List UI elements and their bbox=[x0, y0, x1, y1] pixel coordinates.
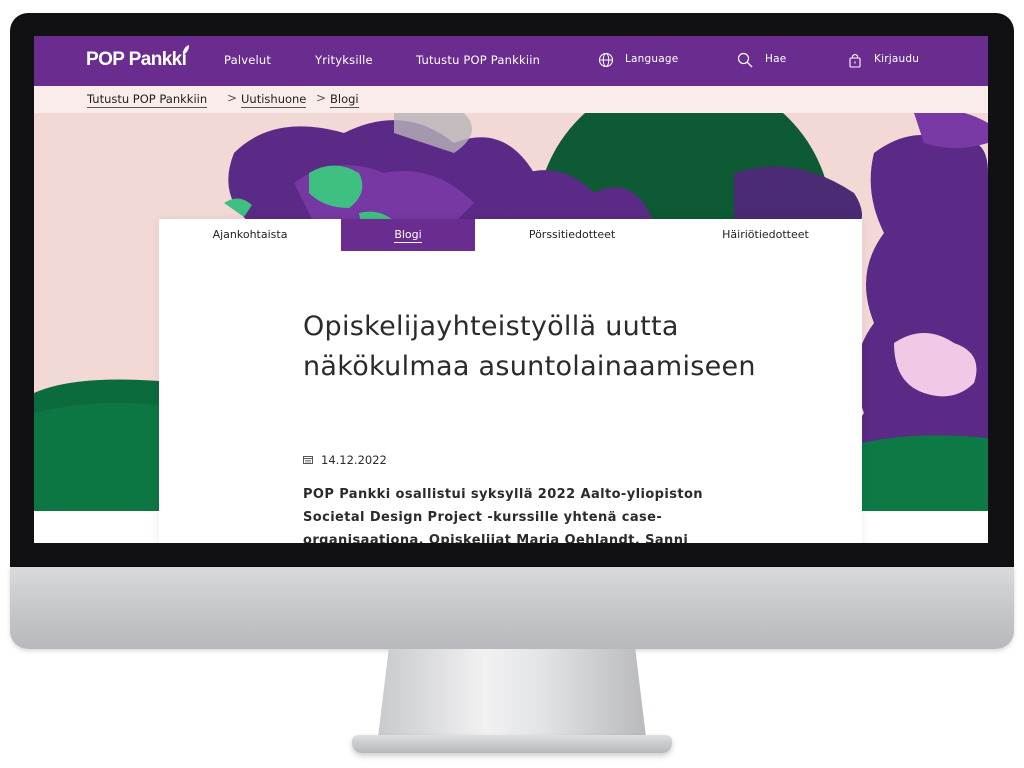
monitor-chin bbox=[10, 567, 1014, 649]
breadcrumb-uutishuone[interactable]: Uutishuone bbox=[241, 92, 307, 108]
screen: POP Pankki Palvelut Yrityksille Tutustu … bbox=[34, 36, 988, 543]
breadcrumb: Tutustu POP Pankkiin > Uutishuone > Blog… bbox=[34, 86, 988, 113]
article-card: Ajankohtaista Blogi Pörssitiedotteet Häi… bbox=[159, 219, 862, 543]
tab-label: Pörssitiedotteet bbox=[528, 228, 616, 241]
login-button[interactable]: Kirjaudu bbox=[874, 53, 919, 65]
logo[interactable]: POP Pankki bbox=[86, 49, 187, 71]
tab-ajankohtaista[interactable]: Ajankohtaista bbox=[159, 219, 341, 251]
language-selector[interactable]: Language bbox=[625, 53, 678, 65]
top-navbar: POP Pankki Palvelut Yrityksille Tutustu … bbox=[34, 36, 988, 86]
tab-label: Häiriötiedotteet bbox=[722, 228, 809, 241]
search-button[interactable]: Hae bbox=[765, 53, 786, 65]
breadcrumb-separator: > bbox=[316, 91, 327, 105]
nav-yrityksille[interactable]: Yrityksille bbox=[315, 53, 373, 67]
article-date-row: 14.12.2022 bbox=[303, 453, 387, 467]
tab-label: Blogi bbox=[394, 228, 422, 243]
tab-label: Ajankohtaista bbox=[212, 228, 288, 241]
calendar-icon bbox=[303, 456, 313, 464]
breadcrumb-tutustu[interactable]: Tutustu POP Pankkiin bbox=[87, 92, 208, 108]
article-date: 14.12.2022 bbox=[321, 453, 387, 467]
news-tabs: Ajankohtaista Blogi Pörssitiedotteet Häi… bbox=[159, 219, 862, 251]
breadcrumb-separator: > bbox=[227, 91, 238, 105]
nav-tutustu[interactable]: Tutustu POP Pankkiin bbox=[416, 53, 540, 67]
tab-blogi[interactable]: Blogi bbox=[341, 219, 475, 251]
monitor-stand bbox=[378, 649, 646, 737]
article-title: Opiskelijayhteistyöllä uutta näkökulmaa … bbox=[303, 311, 756, 382]
breadcrumb-blogi[interactable]: Blogi bbox=[330, 92, 359, 108]
monitor-stand-base bbox=[352, 735, 672, 753]
search-icon[interactable] bbox=[737, 52, 753, 68]
article-lead: POP Pankki osallistui syksyllä 2022 Aalt… bbox=[303, 487, 703, 543]
lock-icon[interactable] bbox=[847, 52, 863, 68]
tab-porssitiedotteet[interactable]: Pörssitiedotteet bbox=[475, 219, 669, 251]
globe-icon[interactable] bbox=[598, 52, 614, 68]
logo-leaf-icon bbox=[183, 45, 189, 55]
nav-palvelut[interactable]: Palvelut bbox=[224, 53, 271, 67]
tab-hairiotiedotteet[interactable]: Häiriötiedotteet bbox=[669, 219, 862, 251]
